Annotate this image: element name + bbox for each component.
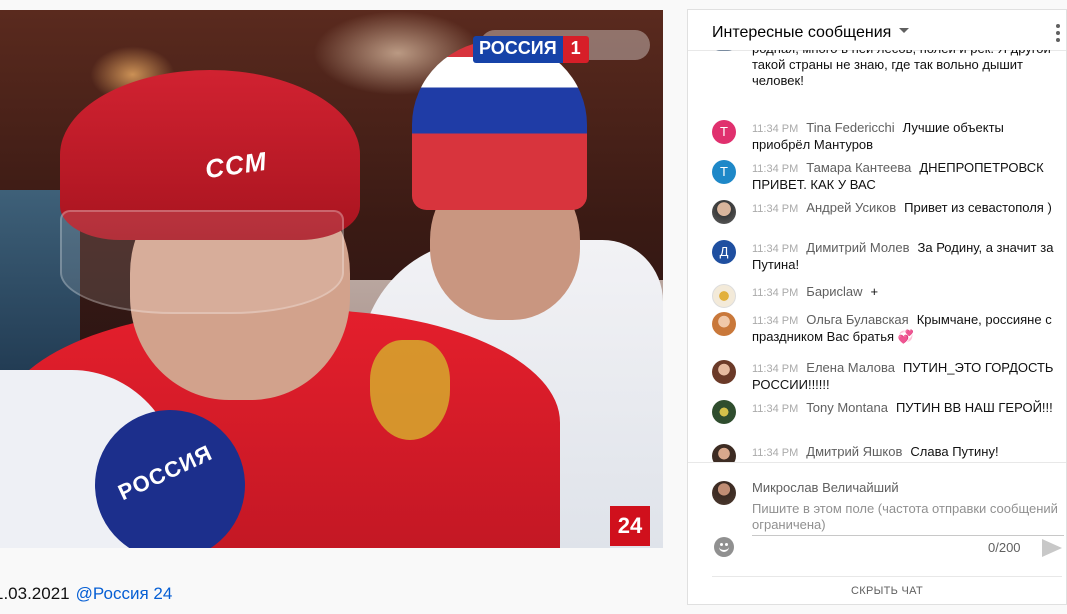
character-counter: 0/200 — [988, 540, 1021, 555]
message-time: 11:34 PM — [752, 363, 799, 375]
message-time: 11:34 PM — [752, 123, 799, 135]
message-author[interactable]: Тамара Кантеева — [806, 160, 911, 175]
channel-link[interactable]: @Россия 24 — [76, 584, 173, 603]
avatar: T — [712, 160, 736, 184]
message-text: Привет из севастополя ) — [904, 200, 1052, 215]
message-time: 11:34 PM — [752, 203, 799, 215]
message-text: Слава Путину! — [910, 444, 999, 459]
message-time: 11:34 PM — [752, 287, 799, 299]
message-time: 11:34 PM — [752, 447, 799, 459]
chat-mode-label: Интересные сообщения — [712, 24, 892, 41]
avatar — [712, 481, 736, 505]
send-icon[interactable] — [1042, 539, 1062, 557]
message-time: 11:34 PM — [752, 243, 799, 255]
message-time: 11:34 PM — [752, 315, 799, 327]
message-text: ПУТИН ВВ НАШ ГЕРОЙ!!! — [895, 400, 1053, 415]
chat-message: 11:34 PM Дмитрий Яшков Слава Путину! — [712, 444, 1062, 462]
chat-message: 11:34 PM Андрей Усиков Привет из севастопо… — [712, 200, 1062, 224]
avatar: Д — [712, 240, 736, 264]
message-text: + — [870, 284, 879, 299]
more-options-icon[interactable] — [1056, 24, 1060, 45]
message-author[interactable]: Tony Montana — [806, 400, 888, 415]
avatar — [712, 400, 736, 424]
avatar — [712, 284, 736, 308]
post-date: 1.03.2021 — [0, 584, 70, 603]
chat-input-area: Микрослав Величайший Пишите в этом поле … — [688, 463, 1066, 563]
channel-logo-text: РОССИЯ — [473, 36, 563, 63]
video-player[interactable]: CCM РОССИЯ РОССИЯ 1 24 — [0, 10, 663, 548]
coat-of-arms-emblem — [370, 340, 450, 440]
message-author[interactable]: Tina Federicchi — [806, 120, 894, 135]
emoji-icon[interactable] — [714, 537, 734, 557]
chat-message-input[interactable]: Пишите в этом поле (частота отправки соо… — [752, 501, 1064, 536]
chat-message: 11:34 PM Елена Малова ПУТИН_ЭТО ГОРДОСТЬ Р… — [712, 360, 1062, 393]
post-date-line: 1.03.2021 @Россия 24 — [0, 584, 172, 604]
message-author[interactable]: Дмитрий Яшков — [806, 444, 902, 459]
avatar — [712, 50, 736, 51]
avatar — [712, 444, 736, 462]
chat-message: родная, много в ней лесов, полей и рек. … — [712, 50, 1062, 89]
channel-logo-russia1: РОССИЯ 1 — [473, 36, 589, 63]
chat-message: T 11:34 PM Tina Federicchi Лучшие объекты … — [712, 120, 1062, 153]
chat-messages-list[interactable]: родная, много в ней лесов, полей и рек. … — [688, 50, 1066, 462]
chat-mode-dropdown[interactable]: Интересные сообщения — [712, 24, 910, 42]
message-author[interactable]: Бариclaw — [806, 284, 862, 299]
chat-message: Д 11:34 PM Димитрий Молев За Родину, а зна… — [712, 240, 1062, 273]
message-author[interactable]: Елена Малова — [806, 360, 895, 375]
channel-logo-number: 1 — [562, 36, 589, 63]
live-chat-panel: Интересные сообщения родная, много в ней… — [687, 9, 1067, 605]
chat-message: 11:34 PM Ольга Булавская Крымчане, россиян… — [712, 312, 1062, 345]
chat-header: Интересные сообщения — [688, 10, 1066, 51]
hide-chat-button[interactable]: СКРЫТЬ ЧАТ — [712, 576, 1062, 597]
chat-message: 11:34 PM Tony Montana ПУТИН ВВ НАШ ГЕРОЙ!!… — [712, 400, 1062, 424]
message-author[interactable]: Димитрий Молев — [806, 240, 909, 255]
message-time: 11:34 PM — [752, 403, 799, 415]
message-author[interactable]: Ольга Булавская — [806, 312, 908, 327]
avatar: T — [712, 120, 736, 144]
current-user-name: Микрослав Величайший — [752, 480, 899, 495]
message-author[interactable]: Андрей Усиков — [806, 200, 896, 215]
chat-message: 11:34 PM Бариclaw + — [712, 284, 1062, 308]
chat-message: T 11:34 PM Тамара Кантеева ДНЕПРОПЕТРОВСК … — [712, 160, 1062, 193]
channel-logo-24: 24 — [610, 506, 650, 546]
avatar — [712, 360, 736, 384]
message-time: 11:34 PM — [752, 163, 799, 175]
avatar — [712, 312, 736, 336]
chevron-down-icon — [899, 28, 910, 34]
avatar — [712, 200, 736, 224]
message-text: родная, много в ней лесов, полей и рек. … — [752, 50, 1051, 88]
second-player-hat — [412, 40, 587, 210]
helmet-visor — [60, 210, 344, 314]
